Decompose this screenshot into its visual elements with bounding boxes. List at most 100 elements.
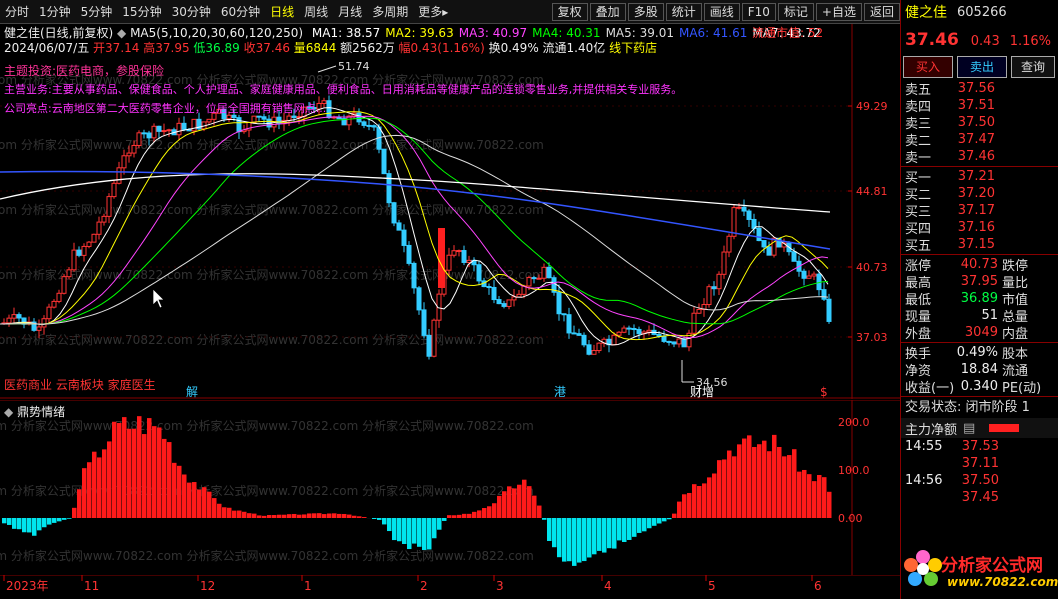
- candle-body: [256, 115, 262, 118]
- histogram-bar: [332, 513, 337, 518]
- stat-row: 收益(一) 0.340 PE(动): [901, 378, 1058, 396]
- histogram-bar: [232, 510, 237, 518]
- candle-body: [106, 196, 112, 217]
- histogram-bar: [227, 507, 232, 518]
- histogram-bar: [177, 465, 182, 518]
- histogram-bar: [732, 456, 737, 518]
- histogram-bar: [612, 518, 617, 549]
- histogram-bar: [7, 518, 12, 525]
- histogram-bar: [82, 468, 87, 518]
- watermark-text: 2.com 分析家公式网www.70822.com 分析家公式网www.7082…: [0, 418, 534, 433]
- candle-body: [756, 227, 762, 242]
- price-axis-label: 37.03: [856, 331, 888, 344]
- period-tab[interactable]: 周线: [299, 0, 333, 24]
- toolbar-button[interactable]: 复权: [551, 2, 588, 21]
- period-tab[interactable]: 分时: [0, 0, 34, 24]
- histogram-bar: [767, 451, 772, 518]
- ma-value: MA1: 38.57: [311, 26, 381, 40]
- period-tab[interactable]: 月线: [333, 0, 367, 24]
- histogram-bar: [652, 518, 657, 526]
- indicator-menu-icon[interactable]: ◆: [4, 405, 13, 419]
- histogram-bar: [622, 518, 627, 542]
- sentiment-indicator[interactable]: 2.com 分析家公式网www.70822.com 分析家公式网www.7082…: [0, 399, 900, 575]
- candle-body: [411, 262, 417, 289]
- netflow-menu-icon[interactable]: ▤: [963, 421, 975, 436]
- period-tab[interactable]: 1分钟: [34, 0, 76, 24]
- histogram-bar: [67, 518, 72, 519]
- candle-body: [56, 292, 62, 302]
- sentiment-canvas[interactable]: 2.com 分析家公式网www.70822.com 分析家公式网www.7082…: [0, 399, 900, 575]
- event-marker[interactable]: 增: [702, 385, 714, 399]
- ma-params-icon[interactable]: ◆: [117, 26, 126, 40]
- toolbar-button[interactable]: F10: [741, 2, 776, 21]
- histogram-bar: [687, 492, 692, 518]
- time-axis-label: 6: [814, 579, 822, 593]
- order-book-row: 卖四 37.51: [901, 97, 1058, 115]
- candlestick-series[interactable]: [1, 95, 832, 360]
- tick-row: 37.11: [901, 455, 1058, 472]
- histogram-bar: [592, 518, 597, 555]
- candle-body: [671, 341, 677, 345]
- candle-body: [636, 328, 642, 335]
- histogram-bar: [602, 518, 607, 553]
- period-tab[interactable]: 更多▸: [413, 0, 453, 24]
- period-tab[interactable]: 60分钟: [216, 0, 265, 24]
- toolbar-button[interactable]: 叠加: [589, 2, 626, 21]
- toolbar-button[interactable]: 多股: [627, 2, 664, 21]
- stat-row: 净资 18.84 流通: [901, 361, 1058, 379]
- histogram-bar: [52, 518, 57, 523]
- time-axis-label: 11: [84, 579, 99, 593]
- period-tab[interactable]: 15分钟: [117, 0, 166, 24]
- info-turnover: 换0.49%: [488, 41, 539, 55]
- time-axis-label: 2023年: [6, 579, 49, 593]
- event-marker[interactable]: 港: [554, 385, 566, 399]
- histogram-bar: [452, 515, 457, 518]
- period-tab[interactable]: 5分钟: [76, 0, 118, 24]
- histogram-bar: [607, 518, 612, 549]
- histogram-bar: [547, 518, 552, 541]
- tick-time: 14:56: [905, 473, 943, 488]
- state-divider: [901, 396, 1058, 397]
- histogram-bar: [92, 451, 97, 518]
- order-book-row: 买二 37.20: [901, 185, 1058, 203]
- event-marker[interactable]: $: [820, 385, 828, 399]
- candle-body: [51, 300, 57, 308]
- stat-row: 最低 36.89 市值: [901, 290, 1058, 308]
- candle-body: [526, 277, 532, 287]
- period-tab[interactable]: 日线: [265, 0, 299, 24]
- ma-value: MA5: 39.01: [605, 26, 674, 40]
- query-button[interactable]: 查询: [1011, 56, 1055, 78]
- toolbar-button[interactable]: 标记: [777, 2, 814, 21]
- histogram-bar: [752, 447, 757, 518]
- histogram-bar: [382, 518, 387, 525]
- candle-body: [586, 344, 592, 355]
- candle-body: [86, 241, 92, 247]
- sell-button[interactable]: 卖出: [957, 56, 1007, 78]
- candle-body: [621, 327, 627, 333]
- candle-body: [811, 273, 817, 277]
- ma-value: MA4: 40.31: [532, 26, 601, 40]
- histogram-bar: [142, 434, 147, 518]
- histogram-bar: [432, 518, 437, 539]
- toolbar-button[interactable]: 画线: [703, 2, 740, 21]
- event-marker[interactable]: 财: [690, 385, 702, 399]
- period-tab[interactable]: 30分钟: [167, 0, 216, 24]
- histogram-bar: [292, 513, 297, 518]
- toolbar-button[interactable]: 统计: [665, 2, 702, 21]
- kline-chart[interactable]: 2.com 分析家公式网www.70822.com 分析家公式网www.7082…: [0, 24, 900, 399]
- mouse-cursor-icon: [152, 288, 165, 309]
- toolbar-button[interactable]: 返回: [863, 2, 900, 21]
- period-tab[interactable]: 多周期: [367, 0, 413, 24]
- toolbar-button[interactable]: +自选: [815, 2, 862, 21]
- histogram-bar: [62, 518, 67, 520]
- histogram-bar: [417, 518, 422, 547]
- netflow-row[interactable]: 主力净额 ▤: [901, 418, 1058, 438]
- buy-button[interactable]: 买入: [903, 56, 953, 78]
- event-marker[interactable]: 解: [186, 385, 198, 399]
- info-low: 低36.89: [193, 41, 240, 55]
- histogram-bar: [657, 518, 662, 524]
- tick-price: 37.50: [961, 473, 999, 488]
- candle-body: [46, 306, 52, 320]
- histogram-bar: [397, 518, 402, 542]
- watermark-text: 2.com 分析家公式网www.70822.com 分析家公式网www.7082…: [0, 332, 544, 347]
